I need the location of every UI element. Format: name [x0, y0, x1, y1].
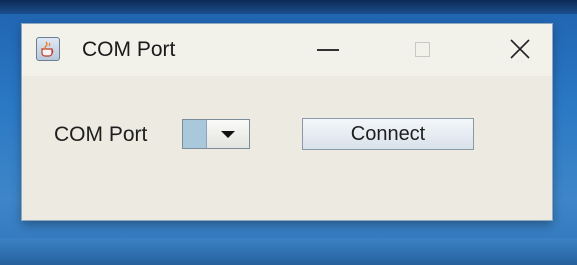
minimize-icon: [317, 49, 339, 51]
minimize-button[interactable]: [304, 30, 352, 68]
com-port-label: COM Port: [54, 123, 148, 146]
maximize-button[interactable]: [398, 30, 446, 68]
maximize-icon: [414, 41, 430, 57]
com-port-select-value[interactable]: [183, 120, 207, 148]
screen-bezel-top: [0, 0, 577, 14]
chevron-down-icon: [221, 130, 235, 138]
dropdown-button[interactable]: [207, 120, 249, 148]
window-title: COM Port: [82, 38, 176, 61]
connect-button[interactable]: Connect: [302, 118, 474, 150]
com-port-window: COM Port COM Port Connect: [22, 24, 552, 220]
close-icon: [510, 39, 530, 59]
java-cup-icon[interactable]: [36, 37, 60, 61]
close-button[interactable]: [496, 30, 544, 68]
title-bar[interactable]: COM Port: [22, 24, 552, 76]
desktop-background: [0, 238, 577, 265]
window-content: COM Port Connect: [22, 76, 552, 220]
com-port-select[interactable]: [182, 119, 250, 149]
